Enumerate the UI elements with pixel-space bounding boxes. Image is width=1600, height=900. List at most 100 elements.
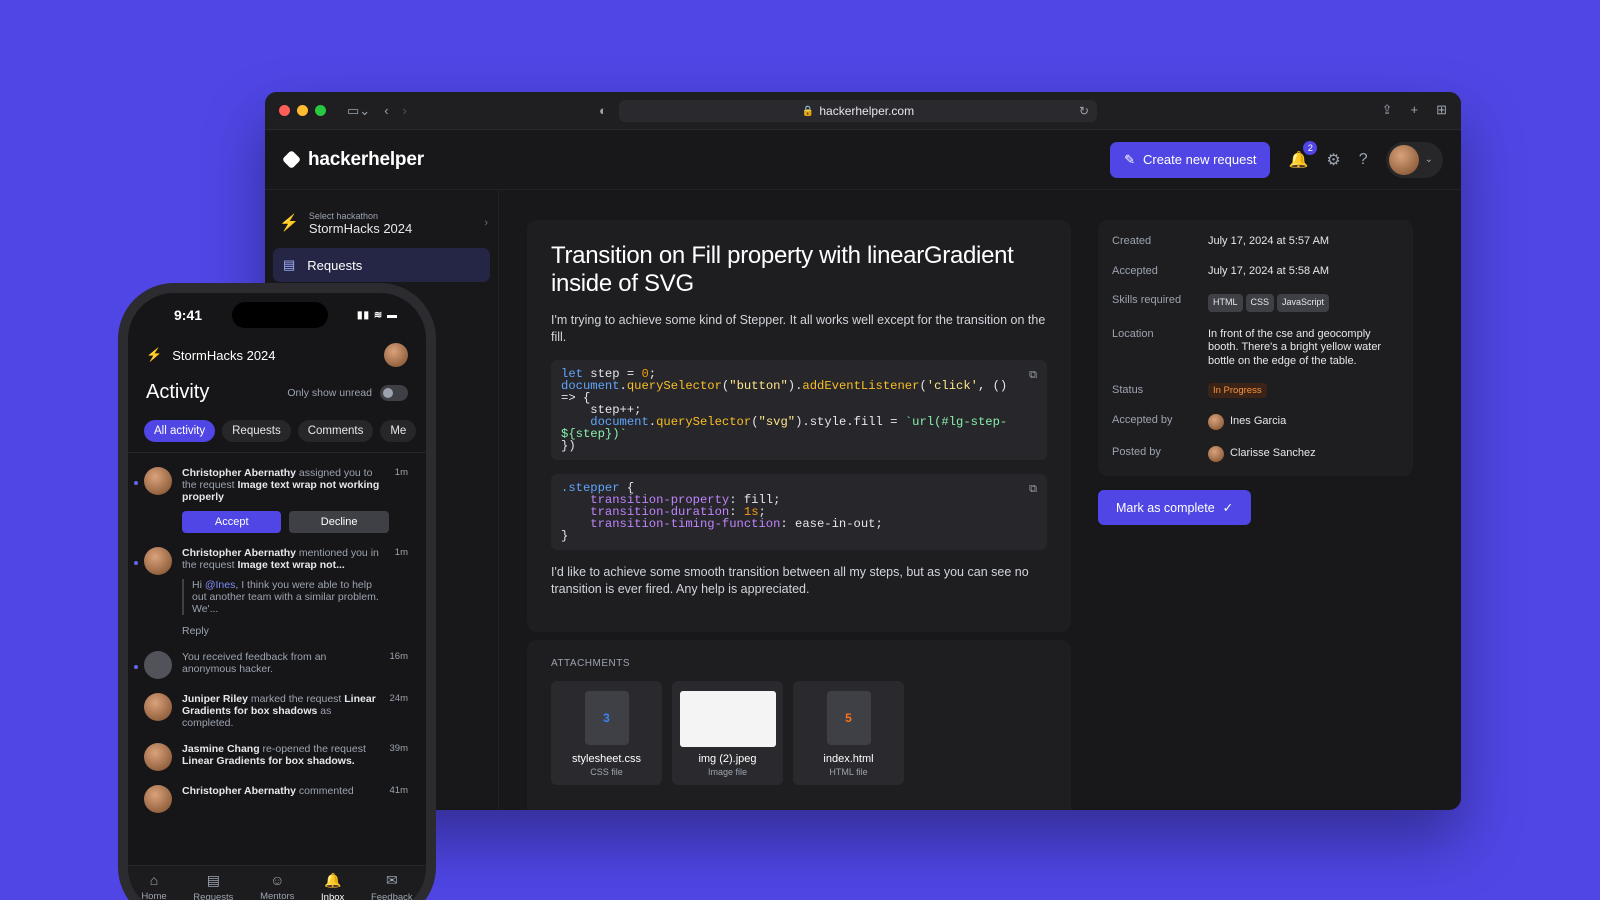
timestamp: 1m: [394, 547, 408, 558]
mentors-icon: ☺: [270, 872, 285, 888]
feedback-icon: ✉: [385, 872, 398, 888]
accepted-by-name[interactable]: Ines Garcia: [1230, 415, 1286, 429]
activity-filters: All activity Requests Comments Me: [128, 420, 426, 442]
avatar: [1208, 445, 1224, 462]
settings-icon[interactable]: ⚙: [1326, 150, 1340, 170]
timestamp: 41m: [389, 785, 408, 796]
activity-target[interactable]: Image text wrap not...: [237, 559, 344, 571]
url-text: hackerhelper.com: [819, 104, 915, 118]
activity-target[interactable]: Linear Gradients for box shadows.: [182, 755, 355, 767]
status-label: Status: [1112, 384, 1144, 396]
tab-label: Feedback: [370, 892, 413, 900]
tab-label: Requests: [193, 892, 234, 900]
mark-complete-button[interactable]: Mark as complete ✓: [1098, 490, 1252, 525]
user-menu[interactable]: ⌄: [1385, 141, 1443, 178]
reply-button[interactable]: Reply: [182, 625, 389, 637]
notification-badge: 2: [1303, 140, 1318, 155]
actor-name: Christopher Abernathy: [182, 785, 296, 797]
attachment-name: img (2).jpeg: [698, 753, 757, 765]
address-bar[interactable]: 🔒 hackerhelper.com ↻: [619, 100, 1097, 122]
new-tab-icon[interactable]: +: [1411, 102, 1419, 118]
hackathon-selector[interactable]: ⚡ Select hackathon StormHacks 2024 ›: [279, 208, 488, 238]
anonymous-user-icon: [144, 651, 172, 679]
attachment-item[interactable]: 5 index.html HTML file: [793, 681, 904, 785]
hackathon-name: StormHacks 2024: [308, 220, 413, 236]
skill-chip: JavaScript: [1277, 294, 1330, 312]
lock-icon: 🔒: [801, 105, 815, 117]
maximize-window-button[interactable]: [315, 105, 326, 116]
tab-label: Mentors: [260, 891, 295, 900]
avatar[interactable]: [384, 343, 408, 367]
forward-icon[interactable]: ›: [403, 103, 407, 118]
hackathon-logo-icon: ⚡: [279, 215, 299, 232]
list-item[interactable]: Christopher Abernathy mentioned you in t…: [128, 547, 426, 637]
app-logo[interactable]: hackerhelper: [281, 149, 424, 171]
hackathon-name[interactable]: StormHacks 2024: [172, 348, 275, 363]
tab-requests[interactable]: ▤ Requests: [193, 872, 233, 900]
avatar: [1208, 413, 1224, 430]
bell-icon: 🔔: [323, 872, 342, 888]
request-intro: I'm trying to achieve some kind of Stepp…: [551, 313, 1046, 344]
tab-overview-icon[interactable]: ⊞: [1436, 102, 1447, 118]
list-item[interactable]: Christopher Abernathy assigned you to th…: [128, 467, 426, 533]
attachments-card: ATTACHMENTS 3 stylesheet.css CSS file im…: [527, 640, 1071, 810]
filter-all-activity[interactable]: All activity: [144, 420, 216, 442]
list-item[interactable]: Juniper Riley marked the request Linear …: [128, 693, 426, 729]
unread-toggle[interactable]: [380, 384, 408, 401]
activity-text: You received feedback from an anonymous …: [182, 651, 327, 675]
tab-mentors[interactable]: ☺ Mentors: [260, 872, 294, 900]
mark-complete-label: Mark as complete: [1116, 500, 1215, 515]
help-icon[interactable]: ?: [1359, 151, 1368, 169]
notifications-bell-icon[interactable]: 🔔 2: [1288, 140, 1318, 170]
reload-icon[interactable]: ↻: [1079, 104, 1089, 118]
page-title: Activity: [146, 381, 210, 403]
sidebar-item-label: Requests: [307, 257, 363, 273]
accept-button[interactable]: Accept: [182, 511, 282, 533]
unread-dot: [134, 665, 138, 669]
filter-comments[interactable]: Comments: [297, 420, 374, 442]
attachment-item[interactable]: 3 stylesheet.css CSS file: [551, 681, 662, 785]
mention-link[interactable]: @Ines: [205, 579, 236, 591]
pencil-icon: ✎: [1124, 151, 1135, 167]
phone-screen: 9:41 ▮▮ ≋ ▬ ⚡ StormHacks 2024 Activity O…: [128, 293, 426, 900]
list-item[interactable]: You received feedback from an anonymous …: [128, 651, 426, 679]
privacy-shield-icon[interactable]: ◐: [599, 103, 607, 118]
requests-icon: ▤: [206, 872, 220, 888]
location-label: Location: [1112, 327, 1154, 340]
browser-toolbar: ▭⌄ ‹ › ◐ 🔒 hackerhelper.com ↻ ⇪ + ⊞: [265, 92, 1461, 130]
requests-icon: ▤: [283, 257, 296, 272]
copy-icon[interactable]: ⧉: [1029, 369, 1037, 381]
close-window-button[interactable]: [279, 105, 290, 116]
created-label: Created: [1112, 235, 1152, 247]
accepted-by-label: Accepted by: [1112, 413, 1173, 426]
comment-quote: Hi @Ines, I think you were able to help …: [182, 579, 389, 615]
tab-home[interactable]: ⌂ Home: [141, 872, 166, 900]
filter-requests[interactable]: Requests: [222, 420, 291, 442]
browser-window: ▭⌄ ‹ › ◐ 🔒 hackerhelper.com ↻ ⇪ + ⊞ hack…: [265, 92, 1461, 810]
tab-label: Home: [141, 891, 167, 900]
attachment-item[interactable]: img (2).jpeg Image file: [672, 681, 783, 785]
create-request-button[interactable]: ✎ Create new request: [1110, 141, 1271, 178]
attachment-name: stylesheet.css: [571, 753, 642, 765]
skills-label: Skills required: [1112, 294, 1182, 306]
sidebar-item-requests[interactable]: ▤ Requests: [273, 248, 490, 282]
unread-dot: [134, 481, 138, 485]
share-icon[interactable]: ⇪: [1382, 102, 1393, 118]
accepted-label: Accepted: [1112, 264, 1158, 277]
tab-inbox[interactable]: 🔔 Inbox: [321, 872, 344, 900]
filter-mentions[interactable]: Me: [380, 420, 417, 442]
minimize-window-button[interactable]: [297, 105, 308, 116]
code-block-js: ⧉ let step = 0; document.querySelector("b…: [551, 360, 1047, 460]
skill-chip: CSS: [1245, 294, 1275, 312]
copy-icon[interactable]: ⧉: [1029, 483, 1037, 495]
sidebar-toggle-icon[interactable]: ▭⌄: [347, 103, 370, 119]
clock: 9:41: [174, 307, 203, 323]
decline-button[interactable]: Decline: [289, 511, 389, 533]
tab-feedback[interactable]: ✉ Feedback: [371, 872, 413, 900]
back-icon[interactable]: ‹: [384, 103, 388, 118]
list-item[interactable]: Jasmine Chang re-opened the request Line…: [128, 743, 426, 771]
posted-by-name[interactable]: Clarisse Sanchez: [1230, 447, 1316, 461]
list-item[interactable]: Christopher Abernathy commented 41m: [128, 785, 426, 813]
home-icon: ⌂: [149, 872, 159, 888]
skill-chip: HTML: [1208, 294, 1243, 312]
